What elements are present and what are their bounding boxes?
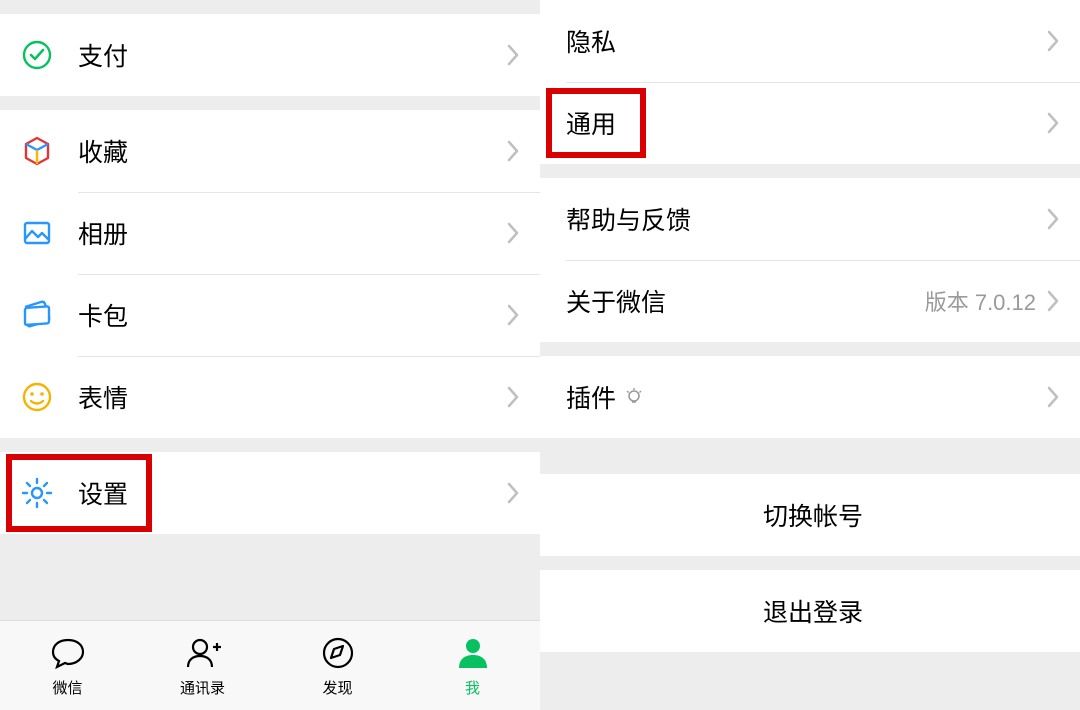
gap: [540, 438, 1080, 474]
row-label: 支付: [78, 37, 128, 73]
row-label: 隐私: [566, 23, 616, 59]
row-label: 帮助与反馈: [566, 201, 691, 237]
tab-label: 通讯录: [180, 677, 225, 698]
tab-me[interactable]: 我: [405, 621, 540, 710]
row-label: 设置: [78, 475, 128, 511]
tab-discover[interactable]: 发现: [270, 621, 405, 710]
row-stickers[interactable]: 表情: [0, 356, 540, 438]
row-label: 相册: [78, 215, 128, 251]
me-icon: [453, 633, 493, 673]
about-version: 版本 7.0.12: [925, 285, 1036, 317]
row-logout[interactable]: 退出登录: [540, 570, 1080, 652]
chevron-right-icon: [506, 220, 520, 246]
discover-icon: [318, 633, 358, 673]
chevron-right-icon: [506, 138, 520, 164]
row-label: 表情: [78, 379, 128, 415]
row-album[interactable]: 相册: [0, 192, 540, 274]
gear-icon: [20, 476, 54, 510]
group-help: 帮助与反馈 关于微信 版本 7.0.12: [540, 178, 1080, 342]
gap: [540, 164, 1080, 178]
row-settings[interactable]: 设置: [0, 452, 540, 534]
row-label: 插件: [566, 379, 616, 415]
row-label: 关于微信: [566, 283, 666, 319]
tab-contacts[interactable]: 通讯录: [135, 621, 270, 710]
chevron-right-icon: [1046, 288, 1060, 314]
chevron-right-icon: [1046, 384, 1060, 410]
row-about[interactable]: 关于微信 版本 7.0.12: [540, 260, 1080, 342]
album-icon: [20, 216, 54, 250]
chevron-right-icon: [1046, 206, 1060, 232]
chevron-right-icon: [506, 302, 520, 328]
row-label: 通用: [566, 105, 616, 141]
row-label: 切换帐号: [763, 497, 863, 533]
contacts-icon: [183, 633, 223, 673]
chevron-right-icon: [506, 480, 520, 506]
tab-chats[interactable]: 微信: [0, 621, 135, 710]
bulb-icon: [624, 387, 644, 407]
group-pay: 支付: [0, 14, 540, 96]
row-label: 收藏: [78, 133, 128, 169]
chevron-right-icon: [1046, 28, 1060, 54]
pay-icon: [20, 38, 54, 72]
row-plugins[interactable]: 插件: [540, 356, 1080, 438]
row-label: 退出登录: [763, 593, 863, 629]
settings-screen: 隐私 通用 帮助与反馈 关于微信 版本 7.0.12: [540, 0, 1080, 710]
group-switch: 切换帐号: [540, 474, 1080, 556]
group-top: 隐私 通用: [540, 0, 1080, 164]
me-screen: 支付 收藏: [0, 0, 540, 710]
gap: [0, 96, 540, 110]
chevron-right-icon: [506, 42, 520, 68]
tab-label: 发现: [322, 677, 352, 698]
gap: [540, 556, 1080, 570]
tab-label: 微信: [52, 677, 82, 698]
group-fav: 收藏 相册: [0, 110, 540, 438]
row-favorites[interactable]: 收藏: [0, 110, 540, 192]
group-plugins: 插件: [540, 356, 1080, 438]
row-pay[interactable]: 支付: [0, 14, 540, 96]
row-help[interactable]: 帮助与反馈: [540, 178, 1080, 260]
row-cards[interactable]: 卡包: [0, 274, 540, 356]
tab-label: 我: [465, 677, 480, 698]
gap: [540, 652, 1080, 710]
cards-icon: [20, 298, 54, 332]
row-general[interactable]: 通用: [540, 82, 1080, 164]
chevron-right-icon: [506, 384, 520, 410]
chat-icon: [48, 633, 88, 673]
row-label: 卡包: [78, 297, 128, 333]
sticker-icon: [20, 380, 54, 414]
gap: [0, 0, 540, 14]
group-settings: 设置: [0, 452, 540, 534]
row-privacy[interactable]: 隐私: [540, 0, 1080, 82]
gap: [0, 438, 540, 452]
group-logout: 退出登录: [540, 570, 1080, 652]
tab-bar: 微信 通讯录 发现: [0, 620, 540, 710]
row-switch-account[interactable]: 切换帐号: [540, 474, 1080, 556]
favorites-icon: [20, 134, 54, 168]
gap: [540, 342, 1080, 356]
chevron-right-icon: [1046, 110, 1060, 136]
